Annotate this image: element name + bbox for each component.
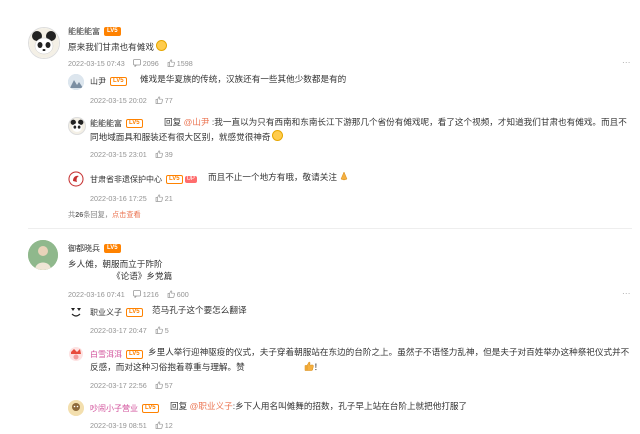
like-count[interactable]: 57 (165, 381, 173, 390)
level-badge: LV5 (166, 175, 183, 185)
username-text[interactable]: 吵闹小子营业 (90, 404, 138, 413)
more-replies: 共26条回复，点击查看 (68, 210, 141, 220)
username-text[interactable]: 御都晓兵 (68, 244, 100, 253)
reply-meta: 2022-03-16 17:25 21 (90, 194, 173, 204)
reply-username[interactable]: 甘肃省非遗保护中心 LV5 UP (90, 174, 197, 185)
like-icon[interactable] (155, 381, 163, 391)
like-count[interactable]: 39 (165, 150, 173, 159)
view-more-link[interactable]: 点击查看 (112, 210, 141, 219)
like-count[interactable]: 600 (177, 290, 189, 299)
level-badge: LV5 (142, 404, 159, 414)
comment-icon[interactable] (132, 59, 141, 69)
avatar[interactable] (68, 171, 84, 187)
like-count[interactable]: 1598 (177, 59, 193, 68)
reply-text: 乡里人举行迎神驱疫的仪式，夫子穿着朝服站在东边的台阶之上。虽然子不语怪力乱神，但… (90, 345, 636, 376)
avatar[interactable] (68, 400, 84, 416)
reply-date: 2022-03-17 20:47 (90, 326, 147, 335)
comment-meta: 2022-03-15 07:43 2096 1598 (68, 59, 193, 69)
mention-link[interactable]: @职业义子 (190, 401, 233, 411)
like-icon[interactable] (155, 150, 163, 160)
reply-body: :乡下人用名叫傩舞的招数，孔子早上站在台阶上就把他打服了 (232, 401, 468, 411)
comment-username[interactable]: 能能能富 LV5 (68, 26, 121, 37)
like-icon[interactable] (155, 96, 163, 106)
reply-prefix: 回复 (170, 401, 188, 411)
up-tag: UP (184, 176, 197, 184)
comment-date: 2022-03-15 07:43 (68, 59, 125, 68)
reply-date: 2022-03-15 20:02 (90, 96, 147, 105)
reply-text: 范马孔子这个要怎么翻译 (152, 305, 247, 315)
like-count[interactable]: 77 (165, 96, 173, 105)
username-text[interactable]: 甘肃省非遗保护中心 (90, 175, 162, 184)
level-badge: LV5 (104, 27, 121, 37)
avatar[interactable] (68, 117, 86, 135)
reply-username[interactable]: 职业义子 LV5 (90, 307, 143, 318)
reply-text: 回复 @山尹 :我一直以为只有西南和东南长江下游那几个省份有傩戏呢，看了这个视频… (90, 115, 630, 145)
comment-meta: 2022-03-16 07:41 1216 600 (68, 290, 189, 300)
reply-meta: 2022-03-17 20:47 5 (90, 326, 169, 336)
level-badge: LV5 (104, 244, 121, 254)
like-icon[interactable] (155, 194, 163, 204)
reply-meta: 2022-03-17 22:56 57 (90, 381, 173, 391)
level-badge: LV5 (110, 77, 127, 87)
reply-text: 傩戏是华夏族的传统，汉族还有一些其他少数都是有的 (140, 74, 347, 84)
comment-date: 2022-03-16 07:41 (68, 290, 125, 299)
reply-meta: 2022-03-19 08:51 12 (90, 421, 173, 431)
smile-emoji-icon (155, 40, 167, 51)
reply-body: 而且不止一个地方有哦，敬请关注 (208, 172, 337, 182)
reply-date: 2022-03-17 22:56 (90, 381, 147, 390)
reply-date: 2022-03-19 08:51 (90, 421, 147, 430)
comment-icon[interactable] (132, 290, 141, 300)
thumbs-up-emoji-icon (246, 361, 314, 376)
reply-text: 而且不止一个地方有哦，敬请关注 (208, 170, 349, 186)
username-text[interactable]: 职业义子 (90, 308, 122, 317)
like-count[interactable]: 5 (165, 326, 169, 335)
reply-body: 乡里人举行迎神驱疫的仪式，夫子穿着朝服站在东边的台阶之上。虽然子不语怪力乱神，但… (90, 347, 630, 372)
like-icon[interactable] (167, 59, 175, 69)
level-badge: LV5 (126, 308, 143, 318)
reply-meta: 2022-03-15 23:01 39 (90, 150, 173, 160)
username-text[interactable]: 能能能富 (68, 27, 100, 36)
comment-body: 原来我们甘肃也有傩戏 (68, 42, 154, 52)
avatar[interactable] (68, 346, 84, 362)
reply-username[interactable]: 山尹 LV5 (90, 76, 127, 87)
more-count: 26 (75, 210, 84, 219)
mention-link[interactable]: @山尹 (184, 117, 210, 127)
more-suffix: 条回复， (83, 210, 112, 219)
reply-prefix: 回复 (164, 117, 182, 127)
reply-text: 回复 @职业义子:乡下人用名叫傩舞的招数，孔子早上站在台阶上就把他打服了 (170, 399, 467, 414)
more-dots-icon[interactable]: · · · (622, 289, 631, 298)
comment-count[interactable]: 2096 (143, 59, 159, 68)
comment-count[interactable]: 1216 (143, 290, 159, 299)
username-text[interactable]: 山尹 (90, 77, 106, 86)
more-dots-icon[interactable]: · · · (622, 58, 631, 67)
like-icon[interactable] (155, 421, 163, 431)
avatar[interactable] (68, 74, 84, 90)
avatar[interactable] (28, 27, 60, 59)
reply-date: 2022-03-15 23:01 (90, 150, 147, 159)
reply-meta: 2022-03-15 20:02 77 (90, 96, 173, 106)
like-icon[interactable] (155, 326, 163, 336)
like-icon[interactable] (167, 290, 175, 300)
comment-text: 原来我们甘肃也有傩戏 (68, 40, 167, 55)
reply-username[interactable]: 吵闹小子营业 LV5 (90, 403, 159, 414)
avatar[interactable] (68, 305, 84, 321)
pray-emoji-icon (339, 171, 349, 186)
reply-date: 2022-03-16 17:25 (90, 194, 147, 203)
divider (28, 228, 632, 229)
comment-text-line2: 《论语》乡党篇 (112, 271, 173, 281)
like-count[interactable]: 21 (165, 194, 173, 203)
avatar[interactable] (28, 240, 58, 270)
like-count[interactable]: 12 (165, 421, 173, 430)
comment-username[interactable]: 御都晓兵 LV5 (68, 243, 121, 254)
exclaim-text: ！ (313, 362, 323, 372)
laugh-emoji-icon (272, 130, 284, 141)
